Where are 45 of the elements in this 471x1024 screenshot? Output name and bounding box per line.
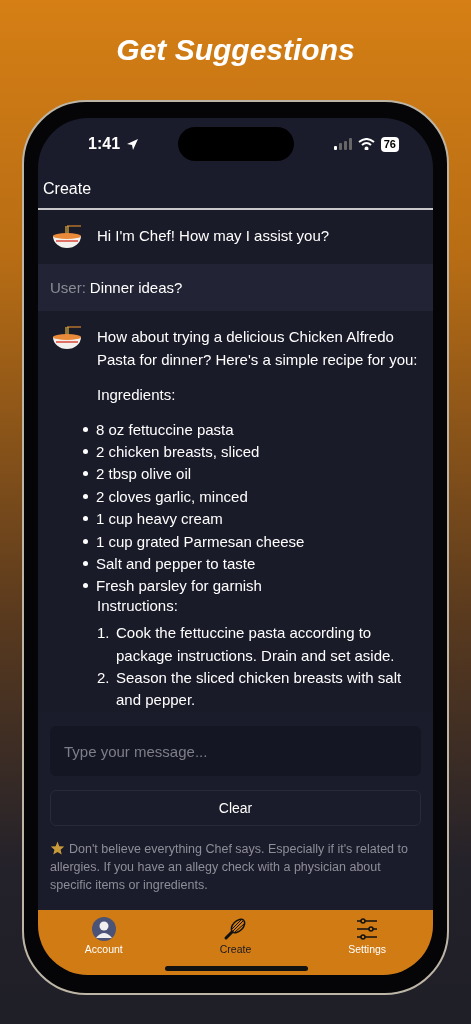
message-input[interactable]: Type your message... — [50, 726, 421, 776]
battery-level: 76 — [380, 136, 399, 152]
wifi-icon — [357, 138, 375, 150]
bullet-icon — [83, 583, 88, 589]
bullet-icon — [83, 538, 88, 544]
tab[interactable]: Create — [195, 917, 276, 955]
section-label: Instructions: — [97, 597, 179, 615]
list-item: 2 chicken breasts, sliced — [96, 443, 260, 461]
message-text: Ingredients: — [97, 385, 177, 405]
speaker-label: User: — [50, 279, 86, 296]
list-item: 8 oz fettuccine pasta — [96, 420, 234, 438]
disclaimer-text: Don't believe everything Chef says. Especially if it's related to allergies. If you have an allegy check with a physician about specific items or ingredients. — [50, 840, 409, 894]
status-time: 1:41 — [88, 135, 121, 153]
message-text: How about trying a delicious Chicken Alfredo Pasta for dinner? Here's a simple recipe for you: — [97, 327, 419, 370]
list-item: Salt and pepper to taste — [96, 555, 256, 573]
message-text: Dinner ideas? — [89, 279, 183, 296]
bullet-icon — [83, 516, 88, 522]
message-text: Hi I'm Chef! How may I assist you? — [97, 226, 331, 246]
list-item: Season the sliced chicken breasts with salt and pepper. — [116, 667, 403, 711]
star-icon — [50, 841, 65, 855]
bullet-icon — [83, 426, 88, 432]
tab[interactable]: Account — [63, 917, 144, 955]
bullet-icon — [83, 471, 88, 477]
list-item: 1 cup grated Parmesan cheese — [96, 532, 305, 550]
list-item: Fresh parsley for garnish — [96, 577, 262, 595]
list-item: 2 cloves garlic, minced — [96, 487, 248, 505]
whisk-icon — [223, 917, 248, 941]
bullet-icon — [83, 493, 88, 499]
list-item: 2 tbsp olive oil — [96, 465, 192, 483]
signal-icon — [333, 138, 352, 150]
item-number: 1. — [97, 623, 110, 644]
item-number: 2. — [97, 667, 110, 688]
tab[interactable]: Settings — [327, 917, 408, 955]
noodle-bowl-icon — [52, 325, 82, 351]
list-item: 1 cup heavy cream — [96, 510, 223, 528]
bullet-icon — [83, 449, 88, 455]
bullet-icon — [83, 561, 88, 567]
settings-icon — [355, 917, 380, 941]
list-item: Cook the fettuccine pasta according to package instructions. Drain and set aside. — [116, 623, 396, 666]
avatar-icon — [91, 917, 116, 941]
location-arrow-icon — [126, 137, 140, 151]
screen-title: Create — [43, 180, 92, 198]
noodle-bowl-icon — [52, 224, 82, 250]
page-heading: Get Suggestions — [116, 32, 355, 68]
clear-button[interactable]: Clear — [50, 790, 421, 826]
